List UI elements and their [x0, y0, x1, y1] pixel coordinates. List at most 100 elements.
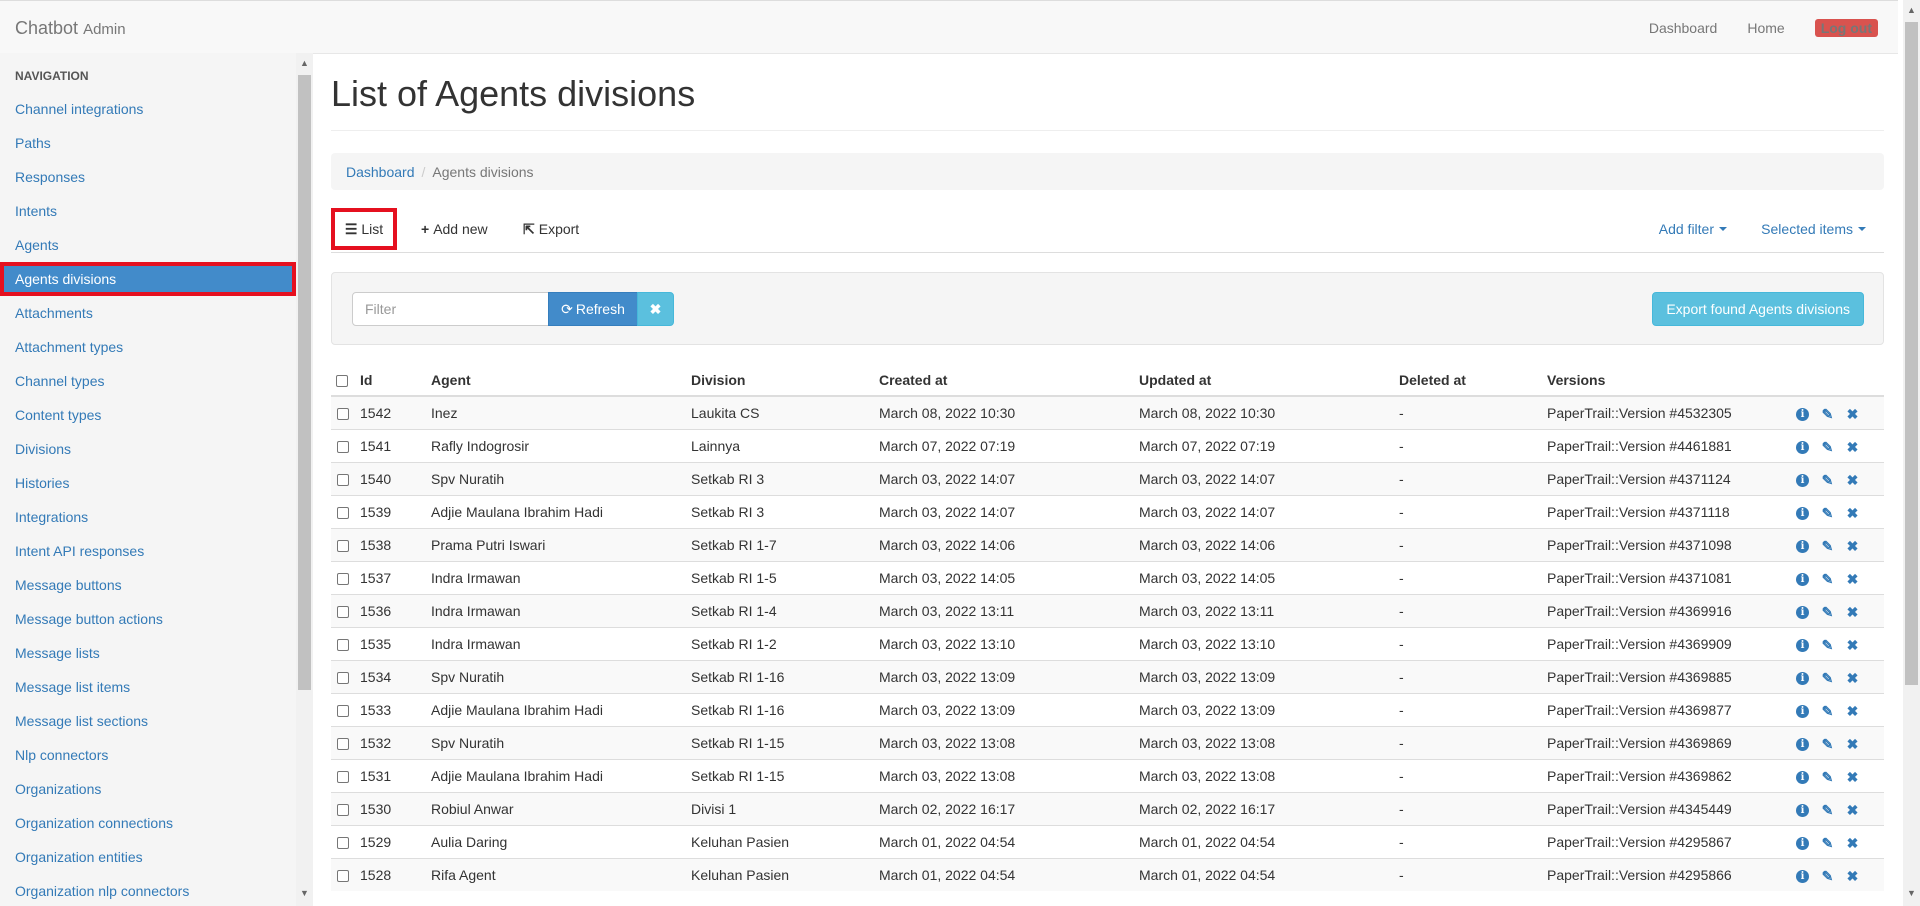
row-checkbox[interactable]: [337, 639, 349, 652]
info-icon[interactable]: i: [1796, 572, 1809, 586]
delete-icon[interactable]: ✖: [1846, 737, 1859, 751]
nav-dashboard-link[interactable]: Dashboard: [1649, 20, 1718, 36]
sidebar-item-channel-types[interactable]: Channel types: [0, 364, 296, 398]
sidebar-item-message-list-sections[interactable]: Message list sections: [0, 704, 296, 738]
scroll-down-icon[interactable]: ▼: [1907, 888, 1916, 898]
table-row[interactable]: 1529 Aulia Daring Keluhan Pasien March 01, …: [331, 825, 1884, 859]
sidebar-item-agents-divisions[interactable]: Agents divisions: [0, 262, 296, 296]
table-row[interactable]: 1537 Indra Irmawan Setkab RI 1-5 March 03, …: [331, 561, 1884, 595]
clear-filter-button[interactable]: ✖: [637, 292, 674, 326]
info-icon[interactable]: i: [1796, 704, 1809, 718]
logout-button[interactable]: Log out: [1814, 19, 1878, 37]
info-icon[interactable]: i: [1796, 440, 1809, 454]
sidebar-item-organizations[interactable]: Organizations: [0, 772, 296, 806]
sidebar-item-channel-integrations[interactable]: Channel integrations: [0, 92, 296, 126]
delete-icon[interactable]: ✖: [1846, 836, 1859, 850]
table-row[interactable]: 1531 Adjie Maulana Ibrahim Hadi Setkab RI …: [331, 759, 1884, 793]
table-row[interactable]: 1540 Spv Nuratih Setkab RI 3 March 03, 2022…: [331, 462, 1884, 496]
delete-icon[interactable]: ✖: [1846, 671, 1859, 685]
delete-icon[interactable]: ✖: [1846, 506, 1859, 520]
table-row[interactable]: 1532 Spv Nuratih Setkab RI 1-15 March 03, 2…: [331, 726, 1884, 760]
info-icon[interactable]: i: [1796, 836, 1809, 850]
column-header-agent[interactable]: Agent: [431, 364, 691, 397]
row-checkbox[interactable]: [337, 738, 349, 751]
row-checkbox[interactable]: [337, 804, 349, 817]
pencil-icon[interactable]: ✎: [1821, 638, 1834, 652]
scroll-up-icon[interactable]: ▲: [1907, 5, 1916, 15]
info-icon[interactable]: i: [1796, 770, 1809, 784]
row-checkbox[interactable]: [337, 606, 349, 619]
pencil-icon[interactable]: ✎: [1821, 836, 1834, 850]
row-checkbox[interactable]: [337, 474, 349, 487]
delete-icon[interactable]: ✖: [1846, 770, 1859, 784]
row-checkbox[interactable]: [337, 870, 349, 883]
sidebar-item-intents[interactable]: Intents: [0, 194, 296, 228]
pencil-icon[interactable]: ✎: [1821, 869, 1834, 883]
pencil-icon[interactable]: ✎: [1821, 539, 1834, 553]
row-checkbox[interactable]: [337, 441, 349, 454]
tab-export[interactable]: ⇱ Export: [523, 208, 579, 250]
breadcrumb-dashboard-link[interactable]: Dashboard: [346, 164, 415, 180]
pencil-icon[interactable]: ✎: [1821, 440, 1834, 454]
sidebar-item-integrations[interactable]: Integrations: [0, 500, 296, 534]
table-row[interactable]: 1530 Robiul Anwar Divisi 1 March 02, 2022 1…: [331, 792, 1884, 826]
row-checkbox[interactable]: [337, 705, 349, 718]
pencil-icon[interactable]: ✎: [1821, 605, 1834, 619]
info-icon[interactable]: i: [1796, 671, 1809, 685]
info-icon[interactable]: i: [1796, 605, 1809, 619]
brand[interactable]: Chatbot Admin: [15, 18, 126, 39]
info-icon[interactable]: i: [1796, 737, 1809, 751]
page-scroll-thumb[interactable]: [1905, 22, 1918, 685]
refresh-button[interactable]: ⟳ Refresh: [548, 292, 638, 326]
delete-icon[interactable]: ✖: [1846, 638, 1859, 652]
row-checkbox[interactable]: [337, 672, 349, 685]
column-header-updated-at[interactable]: Updated at: [1139, 364, 1399, 397]
pencil-icon[interactable]: ✎: [1821, 572, 1834, 586]
sidebar-item-organization-connections[interactable]: Organization connections: [0, 806, 296, 840]
sidebar-item-divisions[interactable]: Divisions: [0, 432, 296, 466]
pencil-icon[interactable]: ✎: [1821, 803, 1834, 817]
scroll-up-icon[interactable]: ▲: [300, 58, 309, 68]
info-icon[interactable]: i: [1796, 869, 1809, 883]
info-icon[interactable]: i: [1796, 803, 1809, 817]
table-row[interactable]: 1542 Inez Laukita CS March 08, 2022 10:30 Ma…: [331, 395, 1884, 430]
column-header-versions[interactable]: Versions: [1547, 364, 1784, 397]
tab-list[interactable]: ☰ List: [331, 208, 397, 250]
sidebar-item-agents[interactable]: Agents: [0, 228, 296, 262]
column-header-id[interactable]: Id: [360, 364, 431, 397]
info-icon[interactable]: i: [1796, 473, 1809, 487]
table-row[interactable]: 1533 Adjie Maulana Ibrahim Hadi Setkab RI …: [331, 693, 1884, 727]
table-row[interactable]: 1535 Indra Irmawan Setkab RI 1-2 March 03, …: [331, 627, 1884, 661]
sidebar-item-attachment-types[interactable]: Attachment types: [0, 330, 296, 364]
row-checkbox[interactable]: [337, 540, 349, 553]
info-icon[interactable]: i: [1796, 506, 1809, 520]
pencil-icon[interactable]: ✎: [1821, 506, 1834, 520]
delete-icon[interactable]: ✖: [1846, 803, 1859, 817]
nav-home-link[interactable]: Home: [1747, 20, 1784, 36]
sidebar-item-content-types[interactable]: Content types: [0, 398, 296, 432]
column-header-created-at[interactable]: Created at: [879, 364, 1139, 397]
filter-input[interactable]: [352, 292, 549, 326]
info-icon[interactable]: i: [1796, 539, 1809, 553]
sidebar-item-organization-entities[interactable]: Organization entities: [0, 840, 296, 874]
add-filter-dropdown[interactable]: Add filter: [1659, 208, 1727, 250]
pencil-icon[interactable]: ✎: [1821, 473, 1834, 487]
column-header-deleted-at[interactable]: Deleted at: [1399, 364, 1547, 397]
row-checkbox[interactable]: [337, 507, 349, 520]
row-checkbox[interactable]: [337, 408, 349, 421]
pencil-icon[interactable]: ✎: [1821, 737, 1834, 751]
pencil-icon[interactable]: ✎: [1821, 770, 1834, 784]
table-row[interactable]: 1534 Spv Nuratih Setkab RI 1-16 March 03, 2…: [331, 660, 1884, 694]
scroll-down-icon[interactable]: ▼: [300, 888, 309, 898]
select-all-checkbox[interactable]: [336, 374, 348, 387]
table-row[interactable]: 1541 Rafly Indogrosir Lainnya March 07, 202…: [331, 429, 1884, 463]
sidebar-item-message-lists[interactable]: Message lists: [0, 636, 296, 670]
export-found-button[interactable]: Export found Agents divisions: [1652, 292, 1864, 326]
table-row[interactable]: 1539 Adjie Maulana Ibrahim Hadi Setkab RI …: [331, 495, 1884, 529]
sidebar-item-intent-api-responses[interactable]: Intent API responses: [0, 534, 296, 568]
delete-icon[interactable]: ✖: [1846, 572, 1859, 586]
delete-icon[interactable]: ✖: [1846, 473, 1859, 487]
sidebar-item-organization-nlp-connectors[interactable]: Organization nlp connectors: [0, 874, 296, 906]
delete-icon[interactable]: ✖: [1846, 869, 1859, 883]
tab-add-new[interactable]: + Add new: [421, 208, 488, 250]
